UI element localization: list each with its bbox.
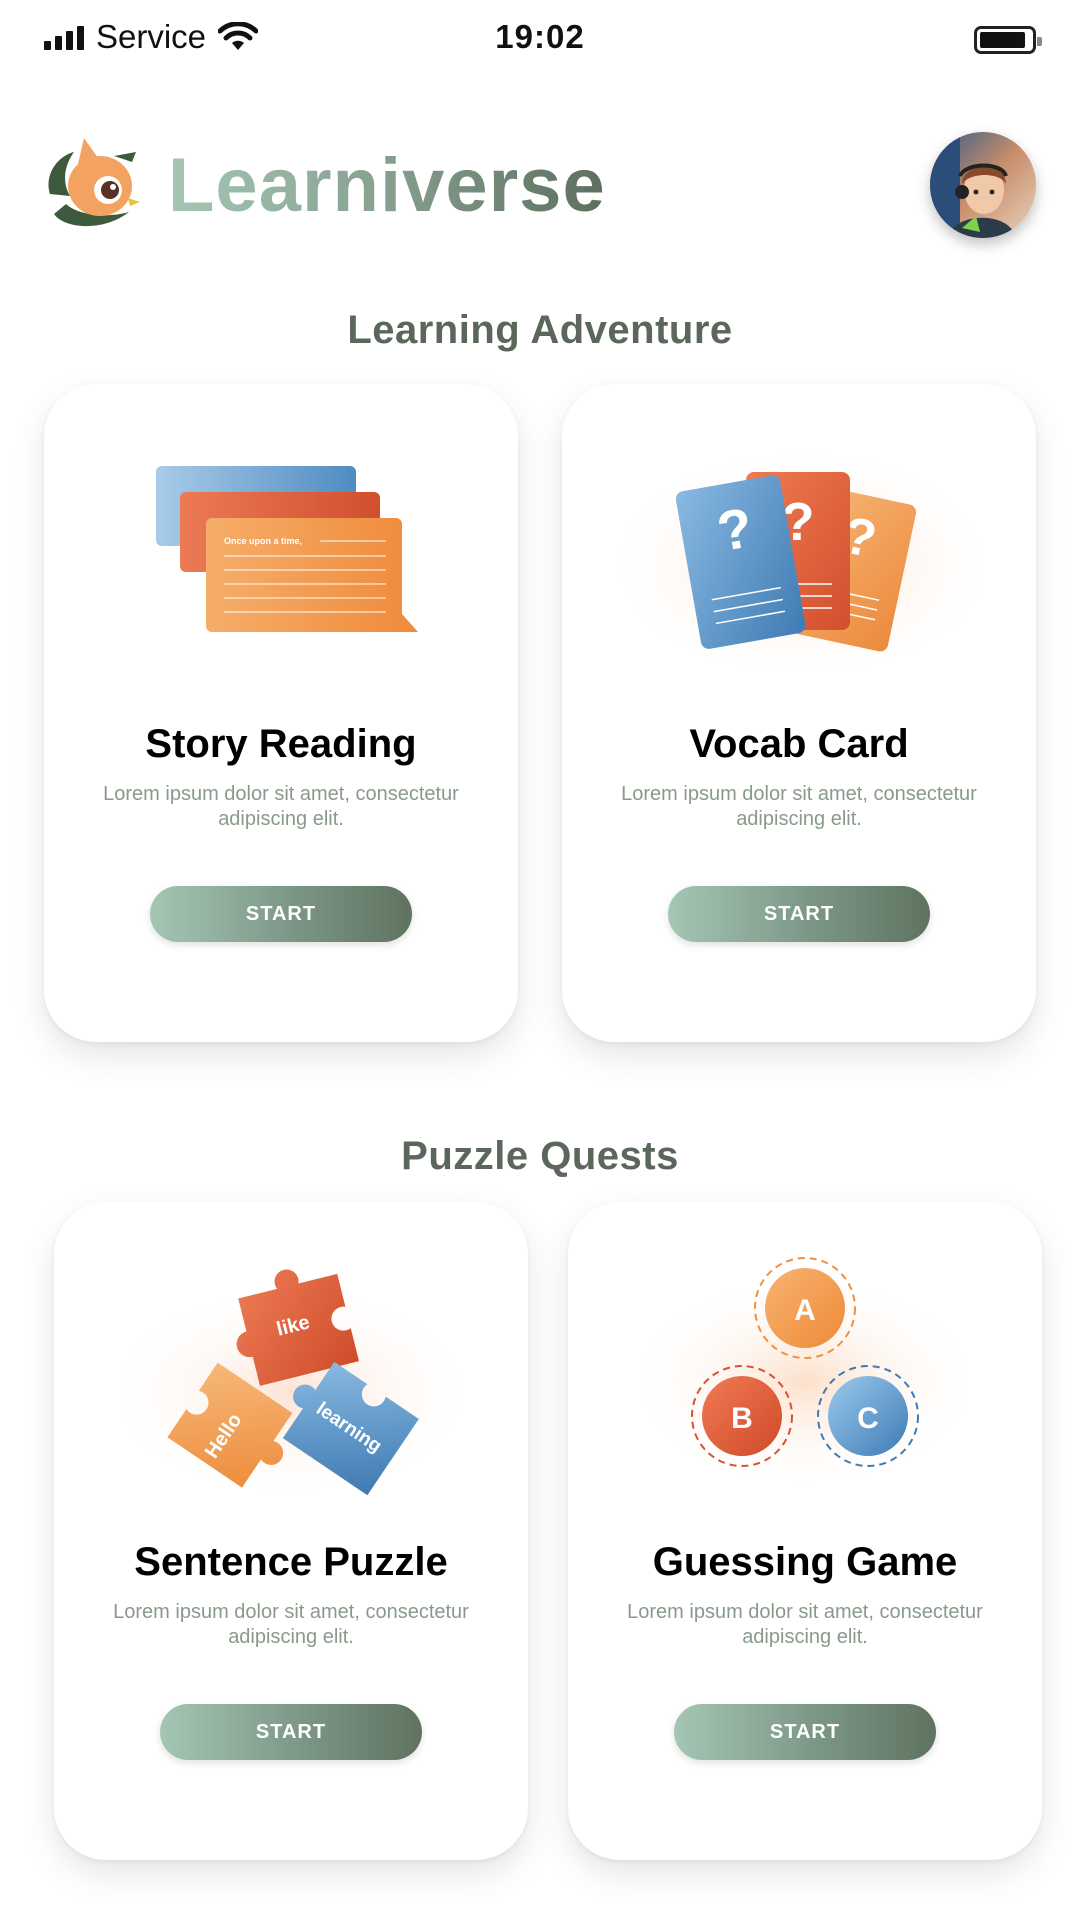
app-header: Learniverse bbox=[44, 120, 1036, 250]
vocab-cards-illustration: ? ? ? bbox=[602, 444, 1002, 684]
story-opening-text: Once upon a time, bbox=[224, 536, 302, 546]
card-title: Vocab Card bbox=[689, 722, 909, 766]
status-time: 19:02 bbox=[495, 18, 585, 55]
option-b-label: B bbox=[731, 1402, 753, 1435]
puzzle-pieces-illustration: like Hello learning bbox=[101, 1269, 481, 1502]
card-guessing-game[interactable]: A B C Guessing Game Lorem ipsum dolor si… bbox=[568, 1202, 1042, 1860]
brand-title: Learniverse bbox=[168, 143, 606, 228]
owl-logo-icon bbox=[48, 138, 140, 227]
battery-icon bbox=[974, 26, 1042, 54]
status-bar: Service 19:02 bbox=[0, 0, 1080, 80]
card-description: Lorem ipsum dolor sit amet, consectetur … bbox=[113, 1601, 469, 1648]
start-guessing-game-button[interactable]: START bbox=[674, 1704, 936, 1760]
option-c-label: C bbox=[857, 1402, 879, 1435]
start-sentence-puzzle-button[interactable]: START bbox=[160, 1704, 422, 1760]
abc-options-illustration: A B C bbox=[625, 1257, 985, 1492]
story-cards-illustration: Once upon a time, bbox=[156, 466, 418, 632]
section-title-puzzle-quests: Puzzle Quests bbox=[401, 1134, 679, 1178]
card-description: Lorem ipsum dolor sit amet, consectetur … bbox=[621, 783, 977, 830]
card-title: Sentence Puzzle bbox=[134, 1540, 448, 1584]
start-story-reading-button[interactable]: START bbox=[150, 886, 412, 942]
card-title: Story Reading bbox=[145, 722, 417, 766]
card-story-reading[interactable]: Once upon a time, Story Reading Lorem ip… bbox=[44, 384, 518, 1042]
section-title-learning-adventure: Learning Adventure bbox=[347, 308, 733, 352]
card-title: Guessing Game bbox=[652, 1540, 958, 1584]
option-a-label: A bbox=[794, 1294, 816, 1327]
user-avatar[interactable] bbox=[930, 132, 1036, 238]
card-description: Lorem ipsum dolor sit amet, consectetur … bbox=[103, 783, 459, 830]
card-sentence-puzzle[interactable]: like Hello learning Sentence Puzzle Lore… bbox=[54, 1202, 528, 1860]
card-description: Lorem ipsum dolor sit amet, consectetur … bbox=[627, 1601, 983, 1648]
card-vocab-card[interactable]: ? ? ? Vocab Card Lorem ipsum dolor sit a… bbox=[562, 384, 1036, 1042]
start-vocab-card-button[interactable]: START bbox=[668, 886, 930, 942]
